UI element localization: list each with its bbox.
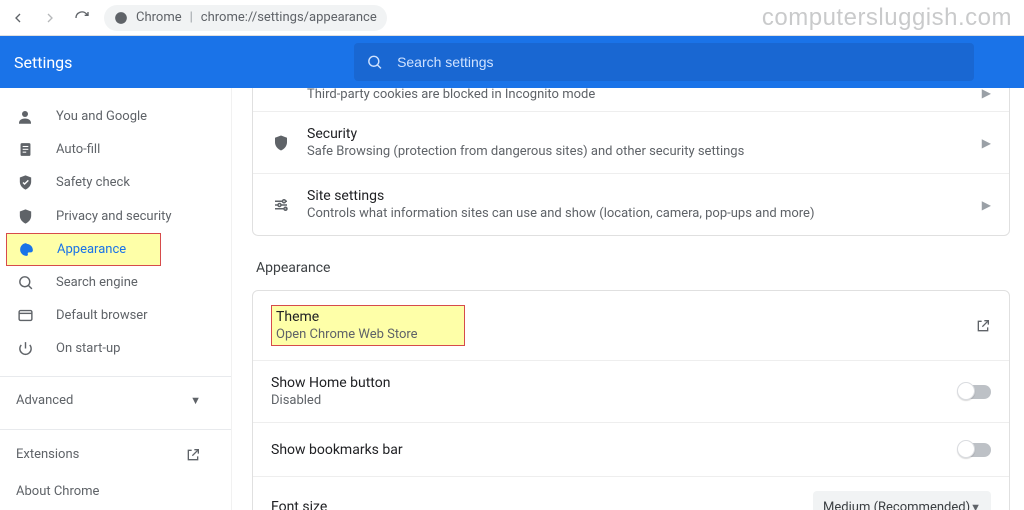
browser-toolbar: Chrome | chrome://settings/appearance: [0, 0, 1024, 36]
font-size-select[interactable]: Medium (Recommended) ▼: [813, 491, 991, 510]
shield-icon: [16, 207, 34, 225]
sidebar-item-label: Auto-fill: [56, 142, 100, 157]
site-settings-row[interactable]: Site settings Controls what information …: [253, 173, 1009, 235]
chevron-right-icon: ▶: [982, 198, 991, 212]
power-icon: [16, 340, 34, 358]
address-bar[interactable]: Chrome | chrome://settings/appearance: [104, 5, 387, 31]
chevron-right-icon: ▶: [982, 136, 991, 150]
reload-button[interactable]: [72, 8, 92, 28]
search-settings[interactable]: [354, 43, 974, 81]
sidebar-item-autofill[interactable]: Auto-fill: [0, 133, 219, 166]
sidebar-item-label: On start-up: [56, 341, 120, 356]
sidebar-item-label: Privacy and security: [56, 209, 172, 224]
privacy-card: Third-party cookies are blocked in Incog…: [252, 88, 1010, 236]
theme-highlight: Theme Open Chrome Web Store: [271, 305, 465, 346]
browser-icon: [16, 307, 34, 325]
chevron-down-icon: ▼: [190, 394, 201, 407]
site-label: Chrome: [136, 10, 182, 25]
sidebar-advanced[interactable]: Advanced ▼: [0, 382, 231, 419]
bookmarks-toggle[interactable]: [959, 443, 991, 457]
url-text: chrome://settings/appearance: [201, 10, 377, 25]
sidebar-item-startup[interactable]: On start-up: [0, 332, 219, 365]
bookmarks-bar-row: Show bookmarks bar: [253, 422, 1009, 476]
cookies-row-partial[interactable]: Third-party cookies are blocked in Incog…: [253, 88, 1009, 111]
chevron-right-icon: ▶: [982, 88, 991, 100]
forward-button[interactable]: [40, 8, 60, 28]
settings-header: Settings: [0, 36, 1024, 88]
appearance-section-title: Appearance: [256, 260, 1006, 276]
shield-icon: [271, 133, 291, 153]
chrome-icon: [114, 11, 128, 25]
appearance-card: Theme Open Chrome Web Store Show Home bu…: [252, 290, 1010, 510]
sidebar-item-label: Default browser: [56, 308, 148, 323]
palette-icon: [17, 240, 35, 258]
search-input[interactable]: [397, 54, 962, 70]
sidebar-item-privacy[interactable]: Privacy and security: [0, 200, 219, 233]
sidebar-about-chrome[interactable]: About Chrome: [0, 473, 231, 510]
sidebar-item-appearance[interactable]: Appearance: [6, 233, 161, 266]
settings-title: Settings: [14, 53, 354, 72]
theme-row[interactable]: Theme Open Chrome Web Store: [253, 291, 1009, 360]
sidebar-item-label: You and Google: [56, 109, 147, 124]
sidebar-item-label: Appearance: [57, 242, 126, 257]
sidebar-item-label: Safety check: [56, 175, 130, 190]
shield-check-icon: [16, 174, 34, 192]
sidebar-item-default-browser[interactable]: Default browser: [0, 299, 219, 332]
open-external-icon: [185, 447, 201, 463]
open-external-icon: [975, 318, 991, 334]
search-icon: [366, 53, 383, 71]
home-toggle[interactable]: [959, 385, 991, 399]
sidebar-item-safety-check[interactable]: Safety check: [0, 166, 219, 199]
sidebar: You and Google Auto-fill Safety check Pr…: [0, 88, 232, 510]
home-button-row: Show Home button Disabled: [253, 360, 1009, 422]
clipboard-icon: [16, 141, 34, 159]
divider: [0, 376, 231, 377]
security-row[interactable]: Security Safe Browsing (protection from …: [253, 111, 1009, 173]
sidebar-item-label: Search engine: [56, 275, 138, 290]
search-icon: [16, 274, 34, 292]
sidebar-item-search-engine[interactable]: Search engine: [0, 266, 219, 299]
main-panel: Third-party cookies are blocked in Incog…: [232, 88, 1024, 510]
back-button[interactable]: [8, 8, 28, 28]
sidebar-item-you-and-google[interactable]: You and Google: [0, 100, 219, 133]
person-icon: [16, 108, 34, 126]
sliders-icon: [271, 195, 291, 215]
divider: [0, 429, 231, 430]
sidebar-extensions[interactable]: Extensions: [0, 436, 231, 473]
font-size-row: Font size Medium (Recommended) ▼: [253, 476, 1009, 510]
caret-down-icon: ▼: [970, 501, 981, 510]
